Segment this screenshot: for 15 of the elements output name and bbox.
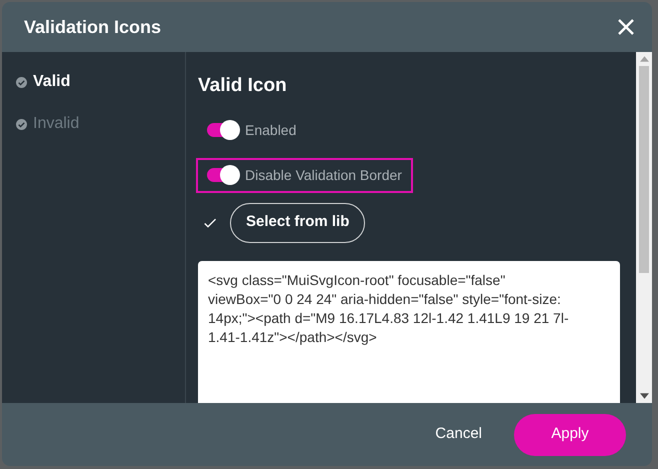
scroll-down-icon[interactable]: [640, 393, 648, 399]
check-circle-icon: [16, 118, 27, 130]
toggle-switch[interactable]: [207, 165, 239, 185]
apply-button[interactable]: Apply: [514, 414, 626, 456]
toggle-label: Enabled: [245, 120, 296, 140]
check-circle-icon: [16, 76, 27, 88]
sidebar-item[interactable]: Valid: [2, 70, 185, 94]
dialog-title: Validation Icons: [24, 16, 162, 38]
section-heading: Valid Icon: [198, 74, 288, 98]
select-from-lib-button[interactable]: Select from lib: [230, 202, 366, 242]
toggle-label: Disable Validation Border: [245, 166, 402, 184]
cancel-button[interactable]: Cancel: [425, 414, 492, 456]
toggle-switch[interactable]: [207, 120, 239, 140]
code-field[interactable]: <svg class="MuiSvgIcon-root" focusable="false" viewBox="0 0 24 24" aria-hidden="false" style="font-size: 14px;"><path d="M9 16.17L4.83 12l-1.42 1.41L9 19 21 7l-1.41-1.41z"></path></svg>: [198, 260, 620, 403]
scrollbar[interactable]: [636, 52, 652, 403]
